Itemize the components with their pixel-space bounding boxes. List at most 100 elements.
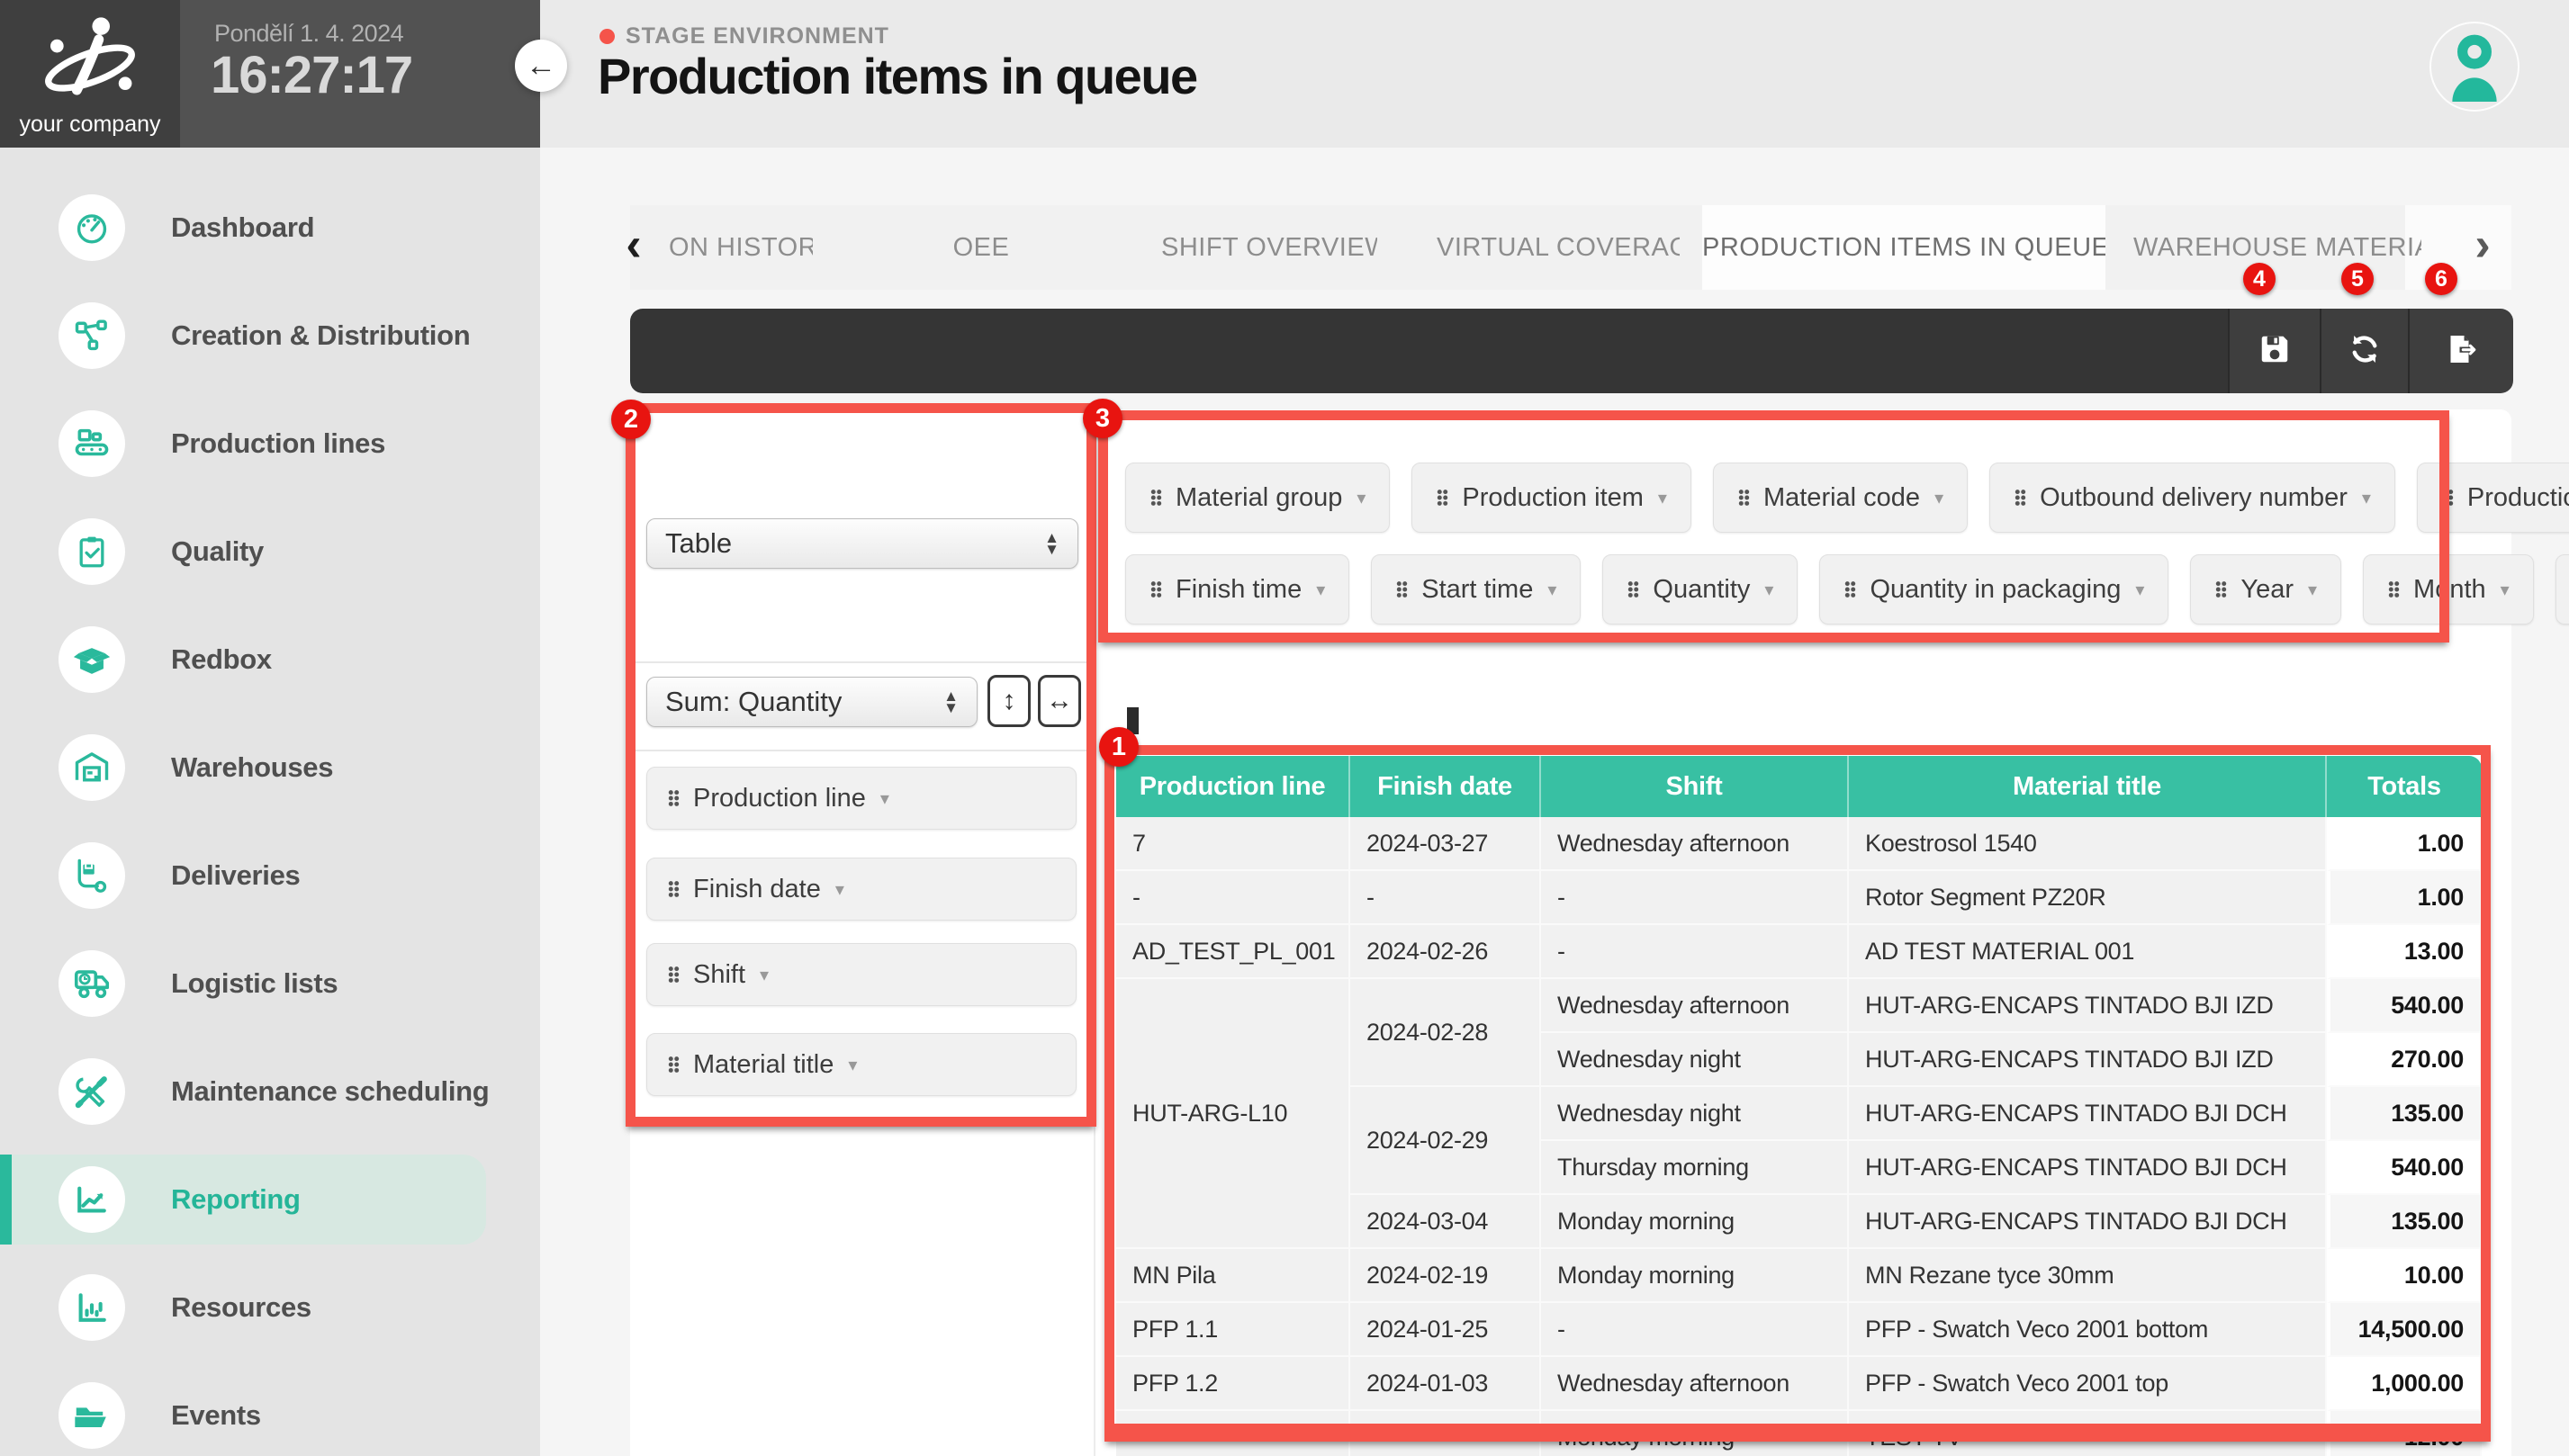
tab-on-history[interactable]: ON HISTORY [669,205,813,290]
view-type-select[interactable]: Table ▲▼ [646,518,1078,569]
annotation-badge-1: 1 [1099,727,1139,767]
table-cell [1350,1411,1541,1456]
table-cell: Thursday morning [1541,1141,1849,1195]
chevron-down-icon: ▾ [880,787,889,810]
chevron-down-icon: ▾ [1658,487,1667,509]
sidebar-item-label: Dashboard [171,183,314,273]
row-field-chip-material-title[interactable]: Material title▾ [646,1033,1077,1096]
column-header-production-line[interactable]: Production line [1116,756,1350,817]
table-cell: Wednesday night [1541,1033,1849,1087]
table-cell: 2024-01-03 [1350,1357,1541,1411]
chevron-down-icon: ▾ [1764,579,1773,601]
field-chip-day[interactable]: Day▾ [2555,554,2569,625]
sidebar-item-dashboard[interactable]: Dashboard [0,183,540,273]
table-cell: Wednesday afternoon [1541,817,1849,871]
table-cell: MN Rezane tyce 30mm [1849,1249,2327,1303]
field-chip-month[interactable]: Month▾ [2363,554,2534,625]
chevron-down-icon: ▾ [1357,487,1366,509]
chevron-down-icon: ▾ [1316,579,1325,601]
table-cell: Monday morning [1541,1249,1849,1303]
totals-cell: 540.00 [2327,1141,2482,1195]
sidebar-item-label: Maintenance scheduling [171,1047,489,1137]
sidebar-nav: Dashboard Creation & Distribution Producti… [0,148,540,1456]
events-icon [59,1382,125,1449]
back-button[interactable]: ← [515,40,567,92]
table-cell: - [1541,1303,1849,1357]
tabs-scroll-right-icon[interactable]: › [2463,205,2502,290]
table-cell: Monday morning [1541,1195,1849,1249]
table-row: PFP 1.22024-01-03Wednesday afternoonPFP … [1116,1357,2482,1411]
annotation-badge-6: 6 [2425,263,2457,295]
field-chip-start-time[interactable]: Start time▾ [1371,554,1581,625]
row-field-chip-shift[interactable]: Shift▾ [646,943,1077,1006]
field-chip-year[interactable]: Year▾ [2190,554,2341,625]
sidebar-item-resources[interactable]: Resources [0,1263,540,1353]
sidebar-item-warehouses[interactable]: Warehouses [0,723,540,813]
field-chip-quantity[interactable]: Quantity▾ [1602,554,1798,625]
totals-cell: 1,000.00 [2327,1357,2482,1411]
sidebar-item-logistic-lists[interactable]: Logistic lists [0,939,540,1029]
field-chip-finish-time[interactable]: Finish time▾ [1125,554,1349,625]
sidebar-item-label: Deliveries [171,831,301,921]
table-row: ---Rotor Segment PZ20R1.00 [1116,871,2482,925]
field-chip-material-code[interactable]: Material code▾ [1713,463,1968,533]
field-chip-outbound-delivery-number[interactable]: Outbound delivery number▾ [1989,463,2395,533]
column-header-material-title[interactable]: Material title [1849,756,2327,817]
sidebar-item-events[interactable]: Events [0,1371,540,1456]
tab-shift-overview[interactable]: SHIFT OVERVIEW [1161,205,1377,290]
field-chip-quantity-in-packaging[interactable]: Quantity in packaging▾ [1819,554,2168,625]
aggregation-select[interactable]: Sum: Quantity ▲▼ [646,677,978,727]
column-header-finish-date[interactable]: Finish date [1350,756,1541,817]
tab-oee[interactable]: OEE [927,205,1035,290]
chevron-down-icon: ▾ [2501,579,2510,601]
field-chip-production-item[interactable]: Production item▾ [1411,463,1691,533]
company-name: your company [0,112,180,138]
sidebar-item-reporting[interactable]: Reporting [0,1155,486,1245]
chevron-down-icon: ▾ [2135,579,2144,601]
export-icon [2444,331,2480,372]
user-icon [2445,31,2504,102]
sidebar-item-deliveries[interactable]: Deliveries [0,831,540,921]
tab-virtual-coverage[interactable]: VIRTUAL COVERAGE [1437,205,1680,290]
row-field-chip-production-line[interactable]: Production line▾ [646,767,1077,830]
field-chip-production-time[interactable]: Production time▾ [2417,463,2569,533]
chevron-down-icon: ▾ [2362,487,2371,509]
swap-columns-button[interactable]: ↔ [1038,675,1081,727]
sidebar-item-creation-distribution[interactable]: Creation & Distribution [0,291,540,381]
table-cell: Wednesday night [1541,1087,1849,1141]
sidebar-item-maintenance-scheduling[interactable]: Maintenance scheduling [0,1047,540,1137]
tab-production-items-in-queue[interactable]: PRODUCTION ITEMS IN QUEUE [1702,205,2105,290]
sidebar-item-quality[interactable]: Quality [0,507,540,597]
refresh-button[interactable] [2320,309,2408,393]
table-cell: HUT-ARG-L10 [1116,979,1350,1249]
tab-warehouse-materials[interactable]: WAREHOUSE MATERIALS [2133,205,2421,290]
column-header-shift[interactable]: Shift [1541,756,1849,817]
table-cell: - [1541,871,1849,925]
annotation-badge-4: 4 [2243,263,2276,295]
user-avatar[interactable] [2429,22,2519,112]
sidebar-item-production-lines[interactable]: Production lines [0,399,540,489]
view-type-value: Table [665,527,732,560]
save-button[interactable] [2228,309,2320,393]
environment-dot-icon [599,29,615,44]
table-row: PFP 1.12024-01-25-PFP - Swatch Veco 2001… [1116,1303,2482,1357]
export-button[interactable] [2408,309,2513,393]
tabs-scroll-left-icon[interactable]: ‹ [614,205,654,290]
swap-rows-button[interactable]: ↕ [987,675,1031,727]
table-cell: AD_TEST_PL_001 [1116,925,1350,979]
field-chip-material-group[interactable]: Material group▾ [1125,463,1390,533]
sidebar-item-label: Resources [171,1263,311,1353]
table-cell: Wednesday afternoon [1541,979,1849,1033]
table-cell: 7 [1116,817,1350,871]
row-field-chip-finish-date[interactable]: Finish date▾ [646,858,1077,921]
annotation-badge-5: 5 [2341,263,2374,295]
totals-cell: 1.00 [2327,817,2482,871]
table-row: MN Pila2024-02-19Monday morningMN Rezane… [1116,1249,2482,1303]
totals-cell: 14,500.00 [2327,1303,2482,1357]
table-row: 72024-03-27Wednesday afternoonKoestrosol… [1116,817,2482,871]
column-header-totals[interactable]: Totals [2327,756,2482,817]
sidebar-item-redbox[interactable]: Redbox [0,615,540,705]
table-cell: HUT-ARG-ENCAPS TINTADO BJI DCH [1849,1087,2327,1141]
totals-cell: 13.00 [2327,925,2482,979]
screen: your company Pondělí 1. 4. 2024 16:27:17… [0,0,2569,1456]
